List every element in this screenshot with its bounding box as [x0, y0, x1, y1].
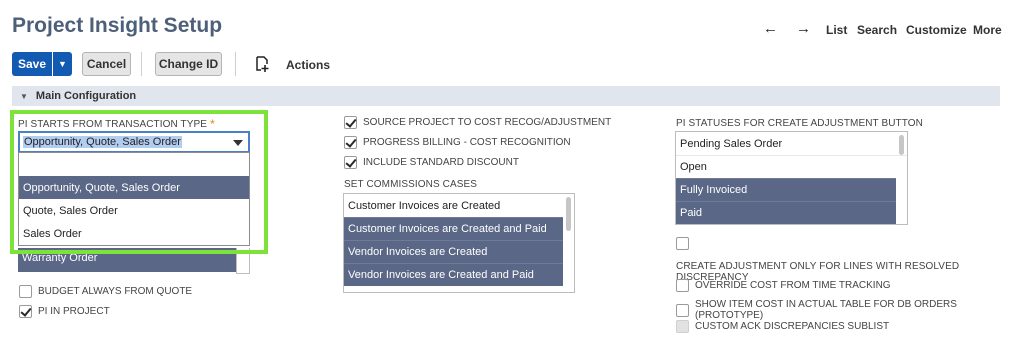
checkbox-label: INCLUDE STANDARD DISCOUNT	[363, 157, 519, 168]
checkbox-label: BUDGET ALWAYS FROM QUOTE	[38, 286, 193, 297]
list-item[interactable]: Vendor Invoices are Created	[344, 240, 563, 263]
scrollbar[interactable]	[899, 135, 904, 155]
dropdown-option-blank[interactable]	[19, 153, 249, 176]
override-cost-row[interactable]: OVERRIDE COST FROM TIME TRACKING	[676, 279, 891, 292]
nav-customize-link[interactable]: Customize	[906, 23, 967, 37]
list-item[interactable]: Fully Invoiced	[676, 178, 896, 201]
budget-always-from-quote-row[interactable]: BUDGET ALWAYS FROM QUOTE	[19, 285, 192, 298]
show-item-cost-row[interactable]: SHOW ITEM COST IN ACTUAL TABLE FOR DB OR…	[676, 299, 1016, 321]
list-item[interactable]: Pending Sales Order	[676, 132, 907, 155]
toolbar-divider	[141, 52, 142, 76]
nav-list-link[interactable]: List	[826, 23, 847, 37]
checkbox-label: CUSTOM ACK DISCREPANCIES SUBLIST	[695, 321, 890, 332]
actions-menu[interactable]: Actions	[286, 58, 330, 72]
checkbox-label: PI IN PROJECT	[38, 306, 110, 317]
dropdown-caret-icon[interactable]	[233, 140, 243, 146]
checkbox-label: PROGRESS BILLING - COST RECOGNITION	[363, 137, 571, 148]
back-arrow-icon[interactable]: ←	[763, 20, 778, 37]
checkbox-label: OVERRIDE COST FROM TIME TRACKING	[695, 280, 891, 291]
save-options-button[interactable]: ▼	[53, 52, 72, 76]
statuses-multiselect[interactable]: Pending Sales Order Open Fully Invoiced …	[675, 131, 908, 225]
resolved-discrepancy-checkbox[interactable]	[676, 237, 689, 250]
custom-ack-checkbox	[676, 320, 689, 333]
main-configuration-section[interactable]: ▼ Main Configuration	[12, 86, 1000, 106]
scrollbar[interactable]	[566, 197, 571, 231]
list-item[interactable]: Paid	[676, 201, 896, 224]
transaction-type-dropdown[interactable]: Opportunity, Quote, Sales Order Quote, S…	[18, 152, 250, 246]
cancel-button[interactable]: Cancel	[82, 52, 131, 76]
dropdown-option[interactable]: Opportunity, Quote, Sales Order	[19, 176, 249, 199]
actions-icon[interactable]	[254, 55, 270, 78]
custom-ack-row: CUSTOM ACK DISCREPANCIES SUBLIST	[676, 320, 889, 333]
commissions-multiselect[interactable]: Customer Invoices are Created Customer I…	[343, 193, 575, 293]
forward-arrow-icon[interactable]: →	[796, 20, 811, 37]
checkbox-label: SHOW ITEM COST IN ACTUAL TABLE FOR DB OR…	[695, 299, 957, 321]
checkbox-label: SOURCE PROJECT TO COST RECOG/ADJUSTMENT	[363, 117, 612, 128]
page-title: Project Insight Setup	[12, 14, 223, 37]
dropdown-option[interactable]: Quote, Sales Order	[19, 199, 249, 222]
progress-billing-row[interactable]: PROGRESS BILLING - COST RECOGNITION	[344, 136, 571, 149]
change-id-button[interactable]: Change ID	[155, 52, 222, 76]
list-item[interactable]: Customer Invoices are Created	[344, 194, 574, 217]
section-title: Main Configuration	[35, 90, 137, 102]
chevron-down-icon: ▼	[58, 59, 67, 69]
list-item[interactable]: Open	[676, 155, 907, 178]
override-cost-checkbox[interactable]	[676, 279, 689, 292]
dropdown-option[interactable]: Sales Order	[19, 222, 249, 245]
include-standard-discount-row[interactable]: INCLUDE STANDARD DISCOUNT	[344, 156, 519, 169]
nav-more-link[interactable]: More	[973, 23, 1002, 37]
list-item[interactable]: Vendor Invoices are Created and Paid	[344, 263, 563, 286]
toolbar-divider	[235, 52, 236, 76]
collapse-triangle-icon: ▼	[20, 91, 28, 101]
source-project-row[interactable]: SOURCE PROJECT TO COST RECOG/ADJUSTMENT	[344, 116, 611, 129]
pi-in-project-checkbox[interactable]	[19, 305, 32, 318]
transaction-type-value: Opportunity, Quote, Sales Order	[23, 136, 182, 148]
save-button[interactable]: Save	[12, 52, 52, 76]
show-item-cost-checkbox[interactable]	[676, 303, 689, 317]
include-standard-discount-checkbox[interactable]	[344, 156, 357, 169]
commissions-label: SET COMMISSIONS CASES	[344, 179, 478, 190]
list-item[interactable]: Customer Invoices are Created and Paid	[344, 217, 563, 240]
nav-search-link[interactable]: Search	[857, 23, 897, 37]
budget-always-from-quote-checkbox[interactable]	[19, 285, 32, 298]
transaction-type-select[interactable]: Opportunity, Quote, Sales Order	[18, 131, 250, 153]
statuses-label: PI STATUSES FOR CREATE ADJUSTMENT BUTTON	[676, 118, 923, 129]
progress-billing-checkbox[interactable]	[344, 136, 357, 149]
source-project-checkbox[interactable]	[344, 116, 357, 129]
pi-in-project-row[interactable]: PI IN PROJECT	[19, 305, 110, 318]
